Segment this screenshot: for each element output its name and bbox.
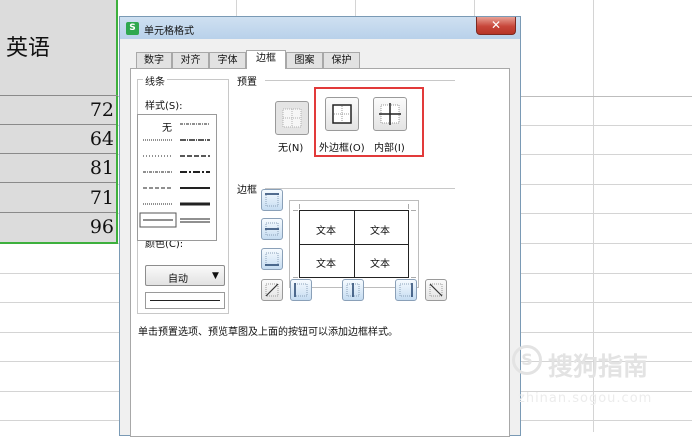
score-cell[interactable]: 81 (0, 154, 116, 183)
selected-column-range[interactable]: 英语 72 64 81 71 96 (0, 0, 118, 244)
border-top-icon (265, 193, 279, 207)
border-none-icon (282, 108, 302, 128)
border-bottom-button[interactable] (261, 248, 283, 270)
border-top-button[interactable] (261, 189, 283, 211)
preset-none-button[interactable] (275, 101, 309, 135)
preview-cell-text: 文本 (316, 259, 336, 270)
chevron-down-icon: ▼ (212, 271, 219, 281)
preview-cell-text: 文本 (370, 259, 390, 270)
score-cell[interactable]: 72 (0, 96, 116, 125)
line-preview (145, 292, 225, 309)
tab-alignment[interactable]: 对齐 (172, 52, 209, 68)
close-button[interactable]: ✕ (476, 17, 516, 35)
preset-none-label: 无(N) (278, 143, 304, 154)
color-dropdown[interactable]: 自动 ▼ (145, 265, 225, 286)
preview-corner-tick (411, 277, 416, 278)
preview-corner-tick (293, 277, 298, 278)
watermark-url: zhinan.sogou.com (518, 391, 653, 406)
tab-pattern[interactable]: 图案 (286, 52, 323, 68)
preview-corner-tick (293, 210, 298, 211)
tab-border[interactable]: 边框 (246, 50, 286, 69)
border-preview[interactable]: 文本 文本 文本 文本 (289, 200, 419, 288)
border-inner-vertical-icon (346, 283, 360, 297)
border-left-button[interactable] (290, 279, 312, 301)
color-dropdown-value: 自动 (168, 274, 188, 285)
border-right-button[interactable] (395, 279, 417, 301)
line-style-list[interactable]: 无 (137, 114, 217, 241)
close-icon: ✕ (490, 18, 502, 32)
border-bottom-icon (265, 252, 279, 266)
border-right-icon (399, 283, 413, 297)
border-left-icon (294, 283, 308, 297)
preset-group-title: 预置 (235, 73, 259, 88)
preset-group-line (265, 80, 455, 81)
preview-cell-text: 文本 (316, 226, 336, 237)
border-diagonal-down-button[interactable] (425, 279, 447, 301)
tab-number[interactable]: 数字 (136, 52, 172, 68)
format-cells-dialog: S 单元格格式 ✕ 数字 对齐 字体 边框 图案 保护 线条 样式(S): 预置… (119, 16, 521, 437)
line-preview-stroke (150, 300, 220, 301)
preview-cell-text: 文本 (370, 226, 390, 237)
wps-app-icon: S (126, 22, 139, 35)
annotation-highlight-box (314, 87, 424, 157)
sogou-logo-icon: S (512, 345, 542, 375)
hint-text: 单击预置选项、预览草图及上面的按钮可以添加边框样式。 (138, 327, 398, 338)
preview-corner-tick (408, 204, 409, 209)
style-label: 样式(S): (145, 101, 183, 112)
dialog-title: 单元格格式 (144, 26, 194, 37)
tab-font[interactable]: 字体 (209, 52, 246, 68)
score-cell[interactable]: 64 (0, 125, 116, 154)
line-group-title: 线条 (143, 73, 167, 88)
watermark-text: 搜狗指南 (548, 352, 649, 381)
preview-grid[interactable]: 文本 文本 文本 文本 (299, 210, 409, 278)
line-style-swatches[interactable] (138, 115, 216, 240)
preview-corner-tick (299, 204, 300, 209)
header-cell-text: 英语 (6, 36, 51, 61)
border-inner-vertical-button[interactable] (342, 279, 364, 301)
header-cell[interactable]: 英语 (0, 0, 118, 96)
border-group-line (265, 188, 455, 189)
diagonal-up-icon (265, 283, 279, 297)
preview-inner-horizontal-line (300, 244, 408, 245)
border-group-title: 边框 (235, 181, 259, 196)
score-cell[interactable]: 96 (0, 213, 116, 242)
border-inner-horizontal-icon (265, 222, 279, 236)
score-cell[interactable]: 71 (0, 184, 116, 213)
diagonal-down-icon (429, 283, 443, 297)
border-diagonal-up-button[interactable] (261, 279, 283, 301)
dialog-titlebar[interactable]: S 单元格格式 ✕ (120, 17, 520, 39)
border-inner-horizontal-button[interactable] (261, 218, 283, 240)
tab-protection[interactable]: 保护 (323, 52, 360, 68)
preview-corner-tick (411, 210, 416, 211)
